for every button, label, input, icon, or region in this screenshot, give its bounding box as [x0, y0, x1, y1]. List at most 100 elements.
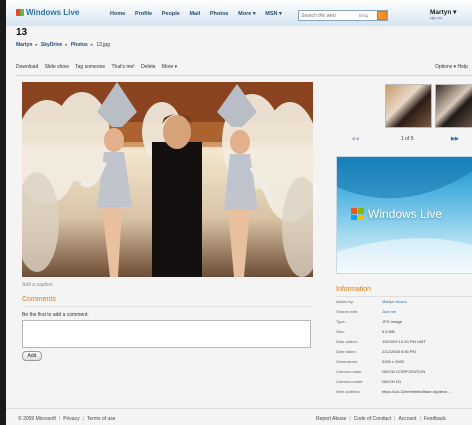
photo-illustration — [22, 82, 313, 277]
info-row: Camera model: NIKON D3 — [336, 379, 472, 385]
copyright-text: © 2009 Microsoft — [18, 416, 56, 422]
windows-flag-icon — [16, 9, 24, 16]
breadcrumb: Martyn ▸ SkyDrive ▸ Photos ▸ 13.jpg — [16, 42, 110, 48]
comment-prompt: Be the first to add a comment: — [22, 312, 89, 318]
code-of-conduct-link[interactable]: Code of Conduct — [354, 416, 392, 422]
info-value[interactable]: https://cid-32ee9efefbd0bae.skydrive... — [382, 389, 451, 394]
footer-separator: | — [394, 416, 396, 422]
info-label: Camera make: — [336, 369, 363, 374]
info-row: Shared with: Just me — [336, 309, 472, 315]
ad-logo: Windows Live — [351, 207, 442, 221]
comments-divider — [22, 306, 312, 307]
info-value: NIKON D3 — [382, 379, 401, 384]
logo-text: Windows Live — [26, 8, 80, 17]
windows-live-ad[interactable]: Windows Live — [336, 156, 472, 274]
user-menu[interactable]: Martyn ▾ sign out — [430, 8, 456, 20]
breadcrumb-separator: ▸ — [35, 42, 38, 48]
slide-show-button[interactable]: Slide show — [45, 64, 69, 70]
web-search: Bing — [298, 10, 388, 21]
nav-home[interactable]: Home — [110, 11, 125, 17]
breadcrumb-photos[interactable]: Photos — [71, 42, 88, 48]
header-bar: Windows Live Home Profile People Mail Ph… — [6, 0, 472, 26]
sign-out-link[interactable]: sign out — [430, 16, 456, 20]
info-row: Type: JPG Image — [336, 319, 472, 325]
toolbar-divider — [16, 75, 472, 76]
top-nav: Home Profile People Mail Photos More ▾ M… — [110, 11, 290, 17]
nav-profile[interactable]: Profile — [135, 11, 152, 17]
add-comment-button[interactable]: Add — [22, 351, 42, 361]
breadcrumb-separator: ▸ — [65, 42, 68, 48]
footer-separator: | — [58, 416, 61, 422]
info-label: Shared with: — [336, 309, 359, 314]
add-caption-link[interactable]: Add a caption — [22, 282, 53, 288]
next-photo-button[interactable]: ▶▶ — [451, 136, 459, 142]
footer: © 2009 Microsoft | Privacy | Terms of use Re… — [6, 408, 472, 425]
main-photo[interactable] — [22, 82, 313, 277]
footer-left: © 2009 Microsoft | Privacy | Terms of use — [18, 416, 116, 422]
report-abuse-link[interactable]: Report Abuse — [316, 416, 346, 422]
footer-separator: | — [349, 416, 351, 422]
options-menu[interactable]: Options ▾ — [435, 64, 456, 70]
info-value: JPG Image — [382, 319, 403, 324]
search-go-button[interactable] — [377, 11, 387, 20]
breadcrumb-martyn[interactable]: Martyn — [16, 42, 32, 48]
comments-heading: Comments — [22, 296, 56, 303]
info-value[interactable]: Just me — [382, 309, 396, 314]
info-label: Date taken: — [336, 349, 357, 354]
info-label: Added by: — [336, 299, 355, 304]
info-row: Date taken: 2/12/2008 6:36 PM — [336, 349, 472, 355]
nav-more[interactable]: More ▾ — [238, 11, 255, 17]
privacy-link[interactable]: Privacy — [63, 416, 79, 422]
information-divider — [336, 296, 472, 297]
thumbnail-2[interactable] — [435, 84, 472, 128]
information-heading: Information — [336, 286, 372, 293]
info-label: Date added: — [336, 339, 358, 344]
tag-someone-button[interactable]: Tag someone — [75, 64, 105, 70]
breadcrumb-current: 13.jpg — [96, 42, 110, 48]
info-row: Size: 6.6 MB — [336, 329, 472, 335]
breadcrumb-skydrive[interactable]: SkyDrive — [41, 42, 62, 48]
windows-live-logo[interactable]: Windows Live — [16, 8, 79, 17]
photo-toolbar: Download Slide show Tag someone That's m… — [16, 64, 182, 70]
page: Windows Live Home Profile People Mail Ph… — [6, 0, 472, 425]
info-row: Dimensions: 3250 x 2602 — [336, 359, 472, 365]
nav-photos[interactable]: Photos — [210, 11, 229, 17]
page-title: 13 — [16, 27, 28, 38]
thats-me-button[interactable]: That's me! — [111, 64, 134, 70]
footer-right: Report Abuse | Code of Conduct | Account | Fee… — [316, 416, 446, 422]
user-name: Martyn ▾ — [430, 9, 457, 16]
footer-separator: | — [82, 416, 84, 422]
info-value: 6.6 MB — [382, 329, 395, 334]
nav-msn[interactable]: MSN ▾ — [265, 11, 282, 17]
info-row: Web address: https://cid-32ee9efefbd0bae.… — [336, 389, 472, 395]
info-value: 2/12/2008 6:36 PM — [382, 349, 416, 354]
info-label: Dimensions: — [336, 359, 359, 364]
breadcrumb-separator: ▸ — [90, 42, 94, 48]
info-label: Type: — [336, 319, 346, 324]
download-button[interactable]: Download — [16, 64, 38, 70]
toolbar-right: Options ▾ Help — [435, 64, 468, 70]
terms-link[interactable]: Terms of use — [87, 416, 116, 422]
photo-counter: 1 of 5 — [401, 136, 414, 142]
info-label: Web address: — [336, 389, 361, 394]
delete-button[interactable]: Delete — [141, 64, 155, 70]
info-value[interactable]: Martyn Moore — [382, 299, 407, 304]
account-link[interactable]: Account — [398, 416, 416, 422]
search-engine-label: Bing — [359, 13, 369, 18]
comment-input[interactable] — [22, 320, 311, 348]
windows-logo-icon — [351, 208, 364, 220]
thumbnail-1[interactable] — [385, 84, 432, 128]
footer-separator: | — [419, 416, 421, 422]
info-value: 3250 x 2602 — [382, 359, 405, 364]
nav-people[interactable]: People — [162, 11, 180, 17]
search-input[interactable] — [301, 12, 357, 20]
info-label: Size: — [336, 329, 345, 334]
info-row: Date added: 1/5/2009 10:33 PM GMT — [336, 339, 472, 345]
nav-mail[interactable]: Mail — [189, 11, 200, 17]
previous-photo-button[interactable]: ◀◀ — [351, 136, 359, 142]
more-menu[interactable]: More ▾ — [162, 64, 177, 70]
info-row: Added by: Martyn Moore — [336, 299, 472, 305]
info-label: Camera model: — [336, 379, 364, 384]
feedback-link[interactable]: Feedback — [424, 416, 446, 422]
help-link[interactable]: Help — [458, 64, 468, 70]
